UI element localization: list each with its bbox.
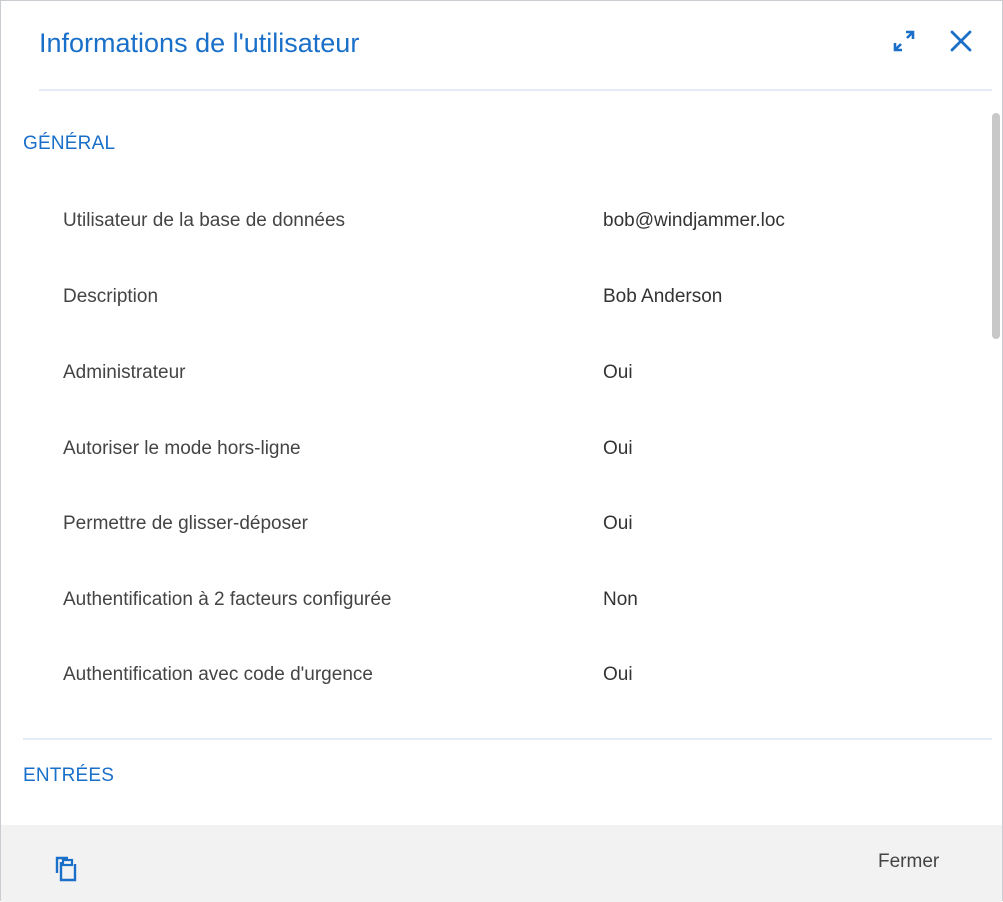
row-label: Utilisateur de la base de données xyxy=(63,210,346,231)
info-row-emergency-code: Authentification avec code d'urgence Oui xyxy=(1,656,991,696)
row-value: Oui xyxy=(603,362,633,383)
close-icon xyxy=(949,29,973,58)
section-divider xyxy=(23,738,992,740)
dialog-footer: Fermer xyxy=(1,825,1002,902)
section-title-entries: ENTRÉES xyxy=(23,765,115,786)
row-label: Authentification avec code d'urgence xyxy=(63,664,373,685)
row-label: Description xyxy=(63,286,159,307)
row-value: bob@windjammer.loc xyxy=(603,210,785,231)
info-row-description: Description Bob Anderson xyxy=(1,278,991,318)
dialog-title: Informations de l'utilisateur xyxy=(39,28,360,58)
close-footer-button[interactable]: Fermer xyxy=(878,851,939,873)
expand-button[interactable] xyxy=(888,27,920,59)
copy-button[interactable] xyxy=(51,855,83,887)
row-value: Oui xyxy=(603,664,633,685)
section-title-general: GÉNÉRAL xyxy=(23,133,116,154)
info-row-2fa: Authentification à 2 facteurs configurée… xyxy=(1,581,991,621)
copy-icon xyxy=(53,855,81,888)
row-value: Oui xyxy=(603,513,633,534)
dialog-header: Informations de l'utilisateur xyxy=(1,1,1002,91)
dialog-content[interactable]: GÉNÉRAL Utilisateur de la base de donnée… xyxy=(1,91,1002,824)
row-value: Bob Anderson xyxy=(603,286,723,307)
info-row-database-user: Utilisateur de la base de données bob@wi… xyxy=(1,202,991,242)
row-value: Oui xyxy=(603,438,633,459)
info-row-drag-drop: Permettre de glisser-déposer Oui xyxy=(1,505,991,545)
row-value: Non xyxy=(603,589,638,610)
info-row-offline-mode: Autoriser le mode hors-ligne Oui xyxy=(1,430,991,470)
row-label: Autoriser le mode hors-ligne xyxy=(63,438,301,459)
row-label: Administrateur xyxy=(63,362,186,383)
expand-icon xyxy=(891,28,917,59)
user-info-dialog: Informations de l'utilisateur GÉNÉRAL Ut… xyxy=(0,0,1003,902)
close-button[interactable] xyxy=(945,27,977,59)
row-label: Permettre de glisser-déposer xyxy=(63,513,308,534)
row-label: Authentification à 2 facteurs configurée xyxy=(63,589,392,610)
info-row-administrator: Administrateur Oui xyxy=(1,354,991,394)
scrollbar[interactable] xyxy=(992,113,1000,339)
